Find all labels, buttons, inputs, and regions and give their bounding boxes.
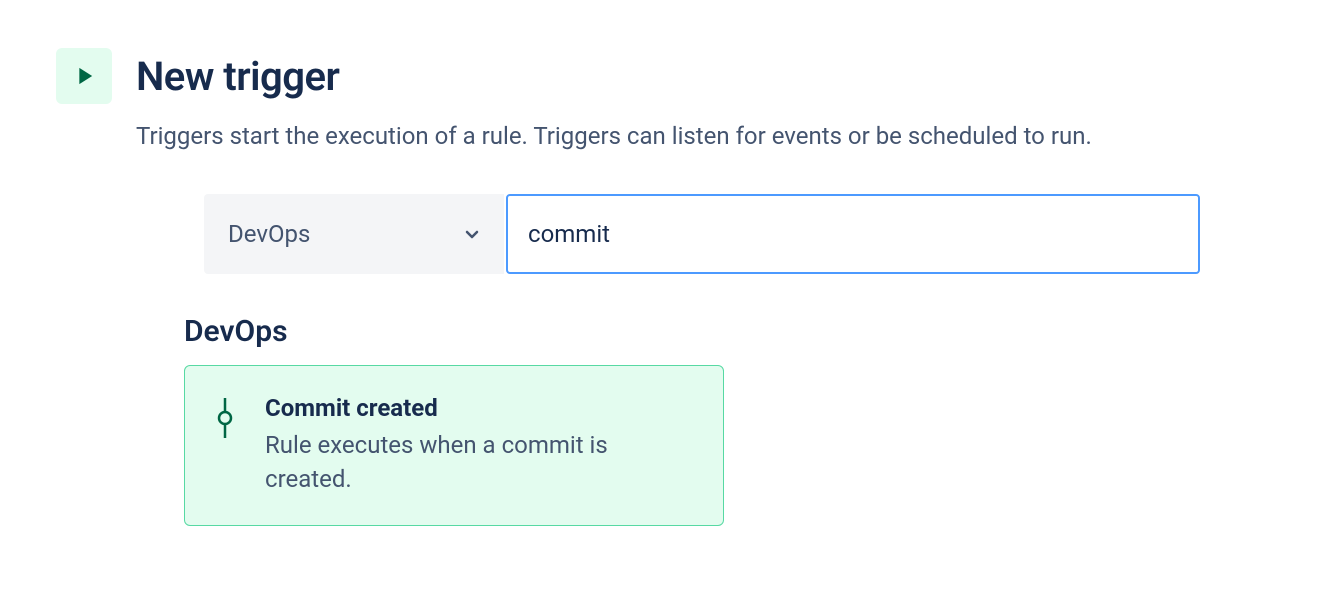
- search-input[interactable]: [506, 194, 1200, 274]
- card-description: Rule executes when a commit is created.: [265, 428, 695, 498]
- card-title: Commit created: [265, 394, 695, 422]
- dropdown-label: DevOps: [228, 220, 310, 248]
- filter-row: DevOps: [204, 194, 1280, 274]
- trigger-card-commit-created[interactable]: Commit created Rule executes when a comm…: [184, 365, 724, 527]
- category-dropdown[interactable]: DevOps: [204, 194, 504, 274]
- card-content: Commit created Rule executes when a comm…: [265, 394, 695, 498]
- trigger-icon-badge: [56, 48, 112, 104]
- category-title: DevOps: [184, 314, 1280, 349]
- page-subtitle: Triggers start the execution of a rule. …: [136, 120, 1280, 154]
- page-title: New trigger: [136, 53, 339, 100]
- category-section: DevOps Commit created Rule executes when…: [184, 314, 1280, 527]
- commit-icon: [213, 394, 237, 498]
- page-header: New trigger: [56, 48, 1280, 104]
- play-icon: [70, 62, 98, 90]
- chevron-down-icon: [460, 222, 484, 246]
